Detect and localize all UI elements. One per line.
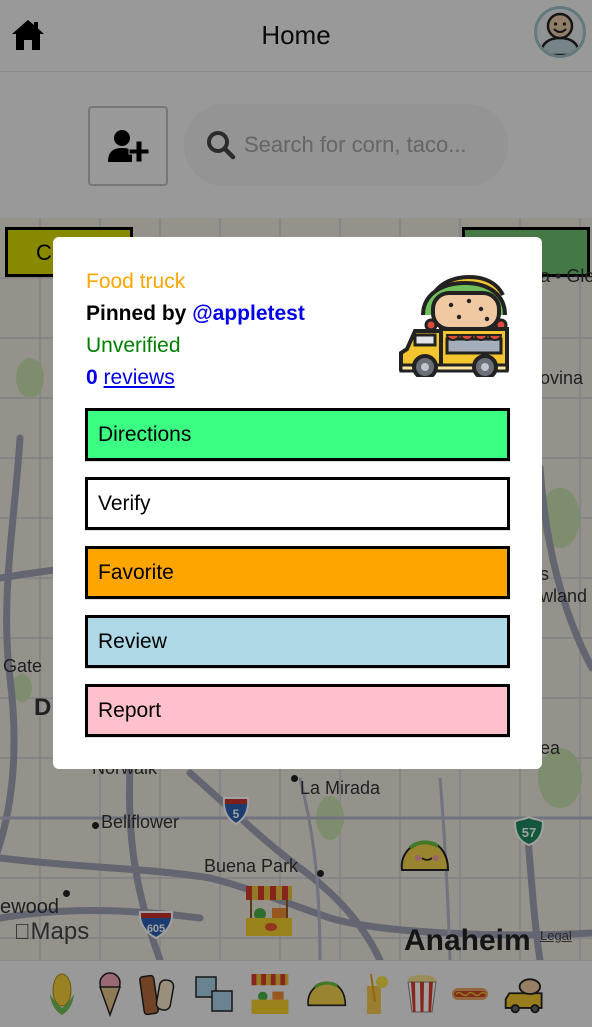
favorite-button[interactable]: Favorite [85,546,510,599]
review-button[interactable]: Review [85,615,510,668]
review-count: 0 [86,366,98,389]
verification-status: Unverified [86,334,181,357]
report-button[interactable]: Report [85,684,510,737]
reviews-summary: 0 reviews [86,366,175,390]
pinned-by: Pinned by @appletest [86,302,305,326]
taco-food-truck-icon [393,273,513,380]
verify-button[interactable]: Verify [85,477,510,530]
pinned-user-link[interactable]: @appletest [192,302,305,325]
pinned-by-label: Pinned by [86,302,193,325]
directions-button[interactable]: Directions [85,408,510,461]
location-popup: Food truck Pinned by @appletest Unverifi… [53,237,542,769]
reviews-link[interactable]: reviews [104,366,175,389]
location-type: Food truck [86,270,186,293]
